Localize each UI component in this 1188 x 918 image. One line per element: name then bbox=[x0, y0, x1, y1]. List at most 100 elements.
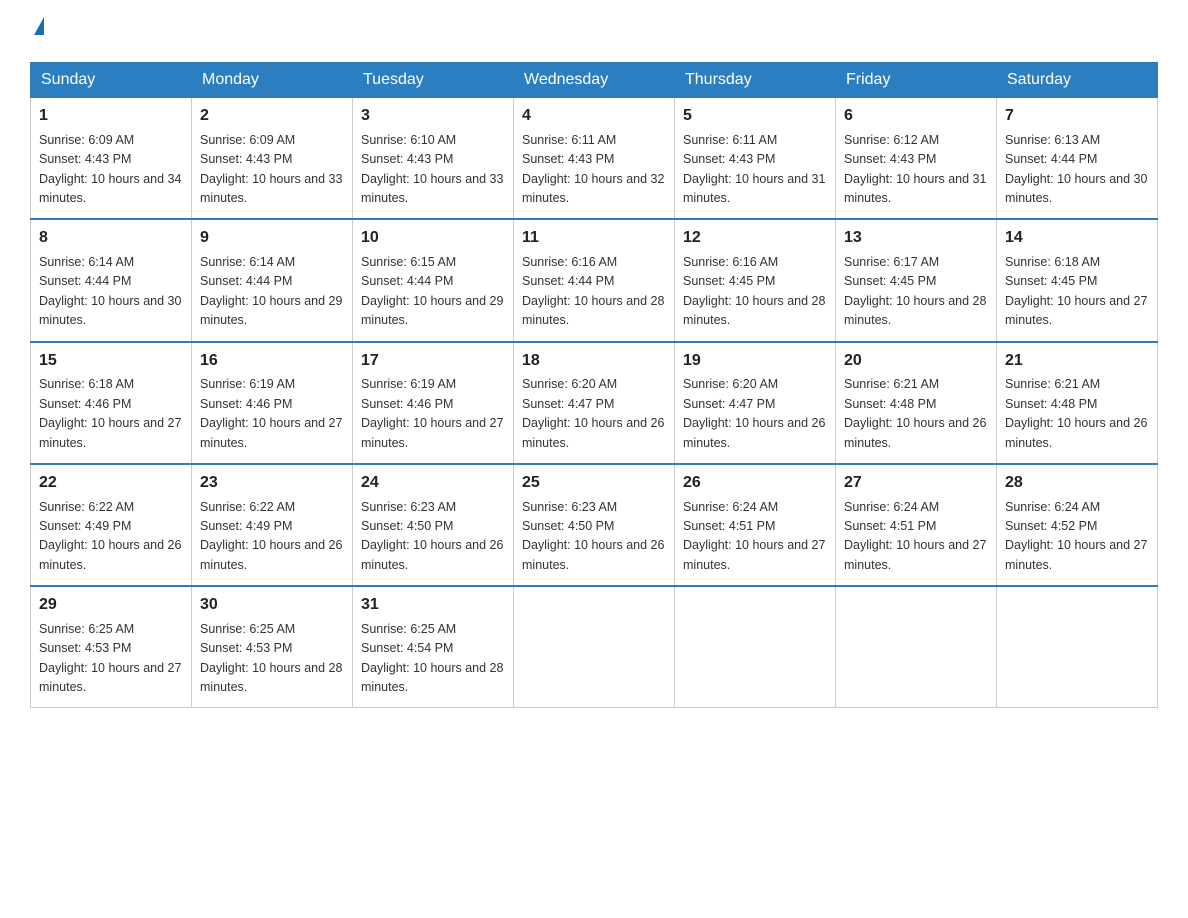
calendar-cell: 12Sunrise: 6:16 AMSunset: 4:45 PMDayligh… bbox=[675, 219, 836, 341]
day-number: 26 bbox=[683, 471, 827, 496]
calendar-cell: 20Sunrise: 6:21 AMSunset: 4:48 PMDayligh… bbox=[836, 342, 997, 464]
calendar-day-header: Sunday bbox=[31, 63, 192, 98]
day-info: Sunrise: 6:12 AMSunset: 4:43 PMDaylight:… bbox=[844, 131, 988, 209]
day-info: Sunrise: 6:20 AMSunset: 4:47 PMDaylight:… bbox=[522, 375, 666, 453]
calendar-day-header: Monday bbox=[192, 63, 353, 98]
calendar-cell bbox=[836, 586, 997, 708]
day-number: 19 bbox=[683, 349, 827, 374]
calendar-cell: 30Sunrise: 6:25 AMSunset: 4:53 PMDayligh… bbox=[192, 586, 353, 708]
calendar-cell: 18Sunrise: 6:20 AMSunset: 4:47 PMDayligh… bbox=[514, 342, 675, 464]
calendar-day-header: Tuesday bbox=[353, 63, 514, 98]
day-number: 15 bbox=[39, 349, 183, 374]
day-info: Sunrise: 6:14 AMSunset: 4:44 PMDaylight:… bbox=[39, 253, 183, 331]
calendar-cell: 24Sunrise: 6:23 AMSunset: 4:50 PMDayligh… bbox=[353, 464, 514, 586]
day-number: 1 bbox=[39, 104, 183, 129]
day-number: 29 bbox=[39, 593, 183, 618]
day-info: Sunrise: 6:24 AMSunset: 4:51 PMDaylight:… bbox=[844, 498, 988, 576]
day-info: Sunrise: 6:11 AMSunset: 4:43 PMDaylight:… bbox=[683, 131, 827, 209]
day-number: 23 bbox=[200, 471, 344, 496]
calendar-week-row: 1Sunrise: 6:09 AMSunset: 4:43 PMDaylight… bbox=[31, 98, 1158, 220]
day-number: 16 bbox=[200, 349, 344, 374]
day-number: 5 bbox=[683, 104, 827, 129]
calendar-table: SundayMondayTuesdayWednesdayThursdayFrid… bbox=[30, 62, 1158, 708]
day-number: 28 bbox=[1005, 471, 1149, 496]
calendar-cell bbox=[675, 586, 836, 708]
day-number: 4 bbox=[522, 104, 666, 129]
day-info: Sunrise: 6:13 AMSunset: 4:44 PMDaylight:… bbox=[1005, 131, 1149, 209]
calendar-cell: 11Sunrise: 6:16 AMSunset: 4:44 PMDayligh… bbox=[514, 219, 675, 341]
calendar-cell: 5Sunrise: 6:11 AMSunset: 4:43 PMDaylight… bbox=[675, 98, 836, 220]
calendar-cell: 28Sunrise: 6:24 AMSunset: 4:52 PMDayligh… bbox=[997, 464, 1158, 586]
calendar-cell: 22Sunrise: 6:22 AMSunset: 4:49 PMDayligh… bbox=[31, 464, 192, 586]
calendar-cell: 23Sunrise: 6:22 AMSunset: 4:49 PMDayligh… bbox=[192, 464, 353, 586]
calendar-cell: 13Sunrise: 6:17 AMSunset: 4:45 PMDayligh… bbox=[836, 219, 997, 341]
logo-triangle-icon bbox=[34, 17, 44, 35]
calendar-day-header: Wednesday bbox=[514, 63, 675, 98]
calendar-cell: 10Sunrise: 6:15 AMSunset: 4:44 PMDayligh… bbox=[353, 219, 514, 341]
page-header bbox=[30, 20, 1158, 44]
calendar-cell: 16Sunrise: 6:19 AMSunset: 4:46 PMDayligh… bbox=[192, 342, 353, 464]
calendar-cell: 8Sunrise: 6:14 AMSunset: 4:44 PMDaylight… bbox=[31, 219, 192, 341]
calendar-cell: 27Sunrise: 6:24 AMSunset: 4:51 PMDayligh… bbox=[836, 464, 997, 586]
calendar-cell: 9Sunrise: 6:14 AMSunset: 4:44 PMDaylight… bbox=[192, 219, 353, 341]
day-info: Sunrise: 6:23 AMSunset: 4:50 PMDaylight:… bbox=[522, 498, 666, 576]
day-info: Sunrise: 6:16 AMSunset: 4:45 PMDaylight:… bbox=[683, 253, 827, 331]
day-info: Sunrise: 6:22 AMSunset: 4:49 PMDaylight:… bbox=[200, 498, 344, 576]
day-info: Sunrise: 6:18 AMSunset: 4:46 PMDaylight:… bbox=[39, 375, 183, 453]
calendar-day-header: Saturday bbox=[997, 63, 1158, 98]
day-number: 3 bbox=[361, 104, 505, 129]
day-info: Sunrise: 6:18 AMSunset: 4:45 PMDaylight:… bbox=[1005, 253, 1149, 331]
day-number: 13 bbox=[844, 226, 988, 251]
day-number: 24 bbox=[361, 471, 505, 496]
day-info: Sunrise: 6:11 AMSunset: 4:43 PMDaylight:… bbox=[522, 131, 666, 209]
day-number: 30 bbox=[200, 593, 344, 618]
calendar-cell: 17Sunrise: 6:19 AMSunset: 4:46 PMDayligh… bbox=[353, 342, 514, 464]
calendar-day-header: Thursday bbox=[675, 63, 836, 98]
calendar-day-header: Friday bbox=[836, 63, 997, 98]
day-info: Sunrise: 6:14 AMSunset: 4:44 PMDaylight:… bbox=[200, 253, 344, 331]
calendar-cell: 6Sunrise: 6:12 AMSunset: 4:43 PMDaylight… bbox=[836, 98, 997, 220]
day-info: Sunrise: 6:16 AMSunset: 4:44 PMDaylight:… bbox=[522, 253, 666, 331]
day-number: 17 bbox=[361, 349, 505, 374]
day-number: 27 bbox=[844, 471, 988, 496]
day-number: 6 bbox=[844, 104, 988, 129]
day-number: 11 bbox=[522, 226, 666, 251]
day-number: 25 bbox=[522, 471, 666, 496]
day-number: 14 bbox=[1005, 226, 1149, 251]
day-info: Sunrise: 6:19 AMSunset: 4:46 PMDaylight:… bbox=[361, 375, 505, 453]
calendar-cell: 19Sunrise: 6:20 AMSunset: 4:47 PMDayligh… bbox=[675, 342, 836, 464]
day-info: Sunrise: 6:21 AMSunset: 4:48 PMDaylight:… bbox=[844, 375, 988, 453]
day-number: 31 bbox=[361, 593, 505, 618]
day-info: Sunrise: 6:10 AMSunset: 4:43 PMDaylight:… bbox=[361, 131, 505, 209]
calendar-week-row: 22 Sunrise: 6:22 AMSunset: 4:49 PMDayligh… bbox=[31, 464, 1158, 586]
day-info: Sunrise: 6:19 AMSunset: 4:46 PMDaylight:… bbox=[200, 375, 344, 453]
day-info: Sunrise: 6:23 AMSunset: 4:50 PMDaylight:… bbox=[361, 498, 505, 576]
calendar-cell: 29Sunrise: 6:25 AMSunset: 4:53 PMDayligh… bbox=[31, 586, 192, 708]
day-number: 22 bbox=[39, 471, 183, 496]
calendar-cell: 14Sunrise: 6:18 AMSunset: 4:45 PMDayligh… bbox=[997, 219, 1158, 341]
calendar-cell: 1Sunrise: 6:09 AMSunset: 4:43 PMDaylight… bbox=[31, 98, 192, 220]
calendar-cell: 7Sunrise: 6:13 AMSunset: 4:44 PMDaylight… bbox=[997, 98, 1158, 220]
calendar-cell: 31Sunrise: 6:25 AMSunset: 4:54 PMDayligh… bbox=[353, 586, 514, 708]
day-info: Sunrise: 6:24 AMSunset: 4:52 PMDaylight:… bbox=[1005, 498, 1149, 576]
calendar-cell: 4Sunrise: 6:11 AMSunset: 4:43 PMDaylight… bbox=[514, 98, 675, 220]
day-number: 10 bbox=[361, 226, 505, 251]
day-info: Sunrise: 6:24 AMSunset: 4:51 PMDaylight:… bbox=[683, 498, 827, 576]
calendar-cell bbox=[997, 586, 1158, 708]
day-number: 18 bbox=[522, 349, 666, 374]
day-info: Sunrise: 6:17 AMSunset: 4:45 PMDaylight:… bbox=[844, 253, 988, 331]
day-info: Sunrise: 6:15 AMSunset: 4:44 PMDaylight:… bbox=[361, 253, 505, 331]
day-info: Sunrise: 6:20 AMSunset: 4:47 PMDaylight:… bbox=[683, 375, 827, 453]
calendar-week-row: 29Sunrise: 6:25 AMSunset: 4:53 PMDayligh… bbox=[31, 586, 1158, 708]
day-number: 12 bbox=[683, 226, 827, 251]
calendar-cell: 26Sunrise: 6:24 AMSunset: 4:51 PMDayligh… bbox=[675, 464, 836, 586]
day-number: 7 bbox=[1005, 104, 1149, 129]
calendar-header-row: SundayMondayTuesdayWednesdayThursdayFrid… bbox=[31, 63, 1158, 98]
calendar-cell bbox=[514, 586, 675, 708]
logo bbox=[30, 20, 44, 44]
calendar-week-row: 15Sunrise: 6:18 AMSunset: 4:46 PMDayligh… bbox=[31, 342, 1158, 464]
calendar-cell: 21Sunrise: 6:21 AMSunset: 4:48 PMDayligh… bbox=[997, 342, 1158, 464]
calendar-week-row: 8Sunrise: 6:14 AMSunset: 4:44 PMDaylight… bbox=[31, 219, 1158, 341]
day-number: 21 bbox=[1005, 349, 1149, 374]
day-info: Sunrise: 6:21 AMSunset: 4:48 PMDaylight:… bbox=[1005, 375, 1149, 453]
